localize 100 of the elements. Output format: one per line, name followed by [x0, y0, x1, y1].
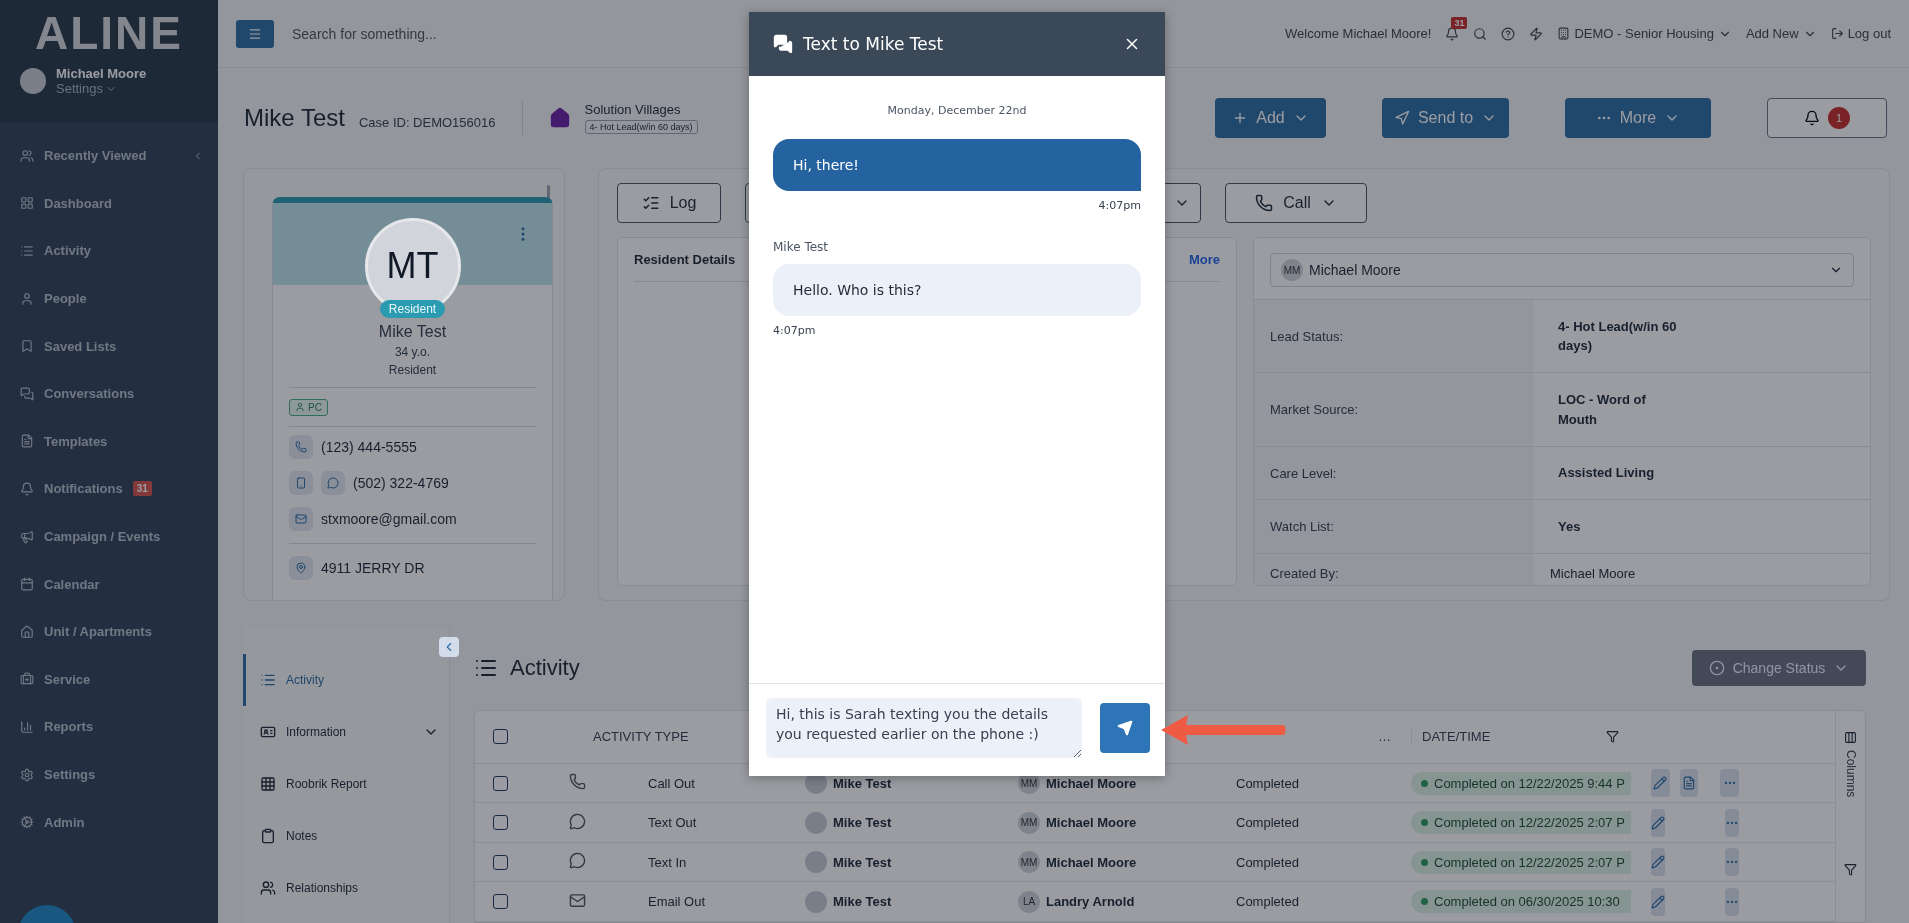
community-dropdown[interactable]: DEMO - Senior Housing: [1557, 26, 1732, 41]
column-header: …: [1378, 729, 1391, 745]
assignee-select[interactable]: MM Michael Moore: [1270, 253, 1854, 287]
more-button[interactable]: [1725, 848, 1739, 877]
field-value: Michael Moore: [1549, 564, 1637, 583]
table-cell: Michael Moore: [1046, 775, 1137, 791]
document-icon: [1682, 776, 1696, 790]
send-button[interactable]: [1100, 703, 1150, 753]
pencil-icon: [1653, 776, 1668, 790]
clipboard-icon: [260, 828, 276, 844]
more-button[interactable]: [1720, 769, 1739, 797]
add-new-dropdown[interactable]: Add New: [1745, 26, 1817, 41]
dialog-title: Text to Mike Test: [803, 34, 944, 54]
sidebar-item[interactable]: Settings: [0, 750, 218, 799]
received-message: Hello. Who is this?: [773, 264, 1141, 316]
status-pill: Completed on 12/22/2025 2:07 P: [1411, 811, 1631, 835]
nav-tab[interactable]: Information: [243, 706, 449, 758]
medical-kit-icon: [20, 672, 34, 687]
logo: ALINE: [35, 10, 183, 56]
menu-button[interactable]: [236, 19, 274, 48]
sidebar-item[interactable]: Calendar: [0, 560, 218, 608]
help-icon[interactable]: [1501, 26, 1516, 41]
house-icon: [548, 107, 571, 129]
columns-label[interactable]: Columns: [1843, 750, 1858, 798]
sidebar-item[interactable]: Saved Lists: [0, 322, 218, 370]
nav-tab[interactable]: Activity: [243, 654, 449, 706]
sidebar-item[interactable]: Recently Viewed: [0, 132, 218, 180]
sidebar-item[interactable]: Conversations: [0, 369, 218, 418]
nav-tab[interactable]: Roobrik Report: [243, 758, 449, 810]
table-cell: Mike Test: [833, 815, 892, 831]
table-cell: Landry Arnold: [1046, 894, 1135, 910]
table-cell-text: Email Out: [647, 894, 707, 910]
columns-icon[interactable]: [1844, 731, 1857, 744]
sidebar-item[interactable]: Activity: [0, 227, 218, 275]
checkbox[interactable]: [492, 854, 508, 870]
checkbox[interactable]: [492, 815, 508, 831]
document-button[interactable]: [1679, 769, 1699, 797]
more-link[interactable]: More: [1188, 252, 1220, 267]
count-badge: 31: [1451, 16, 1468, 29]
checkbox[interactable]: [492, 775, 508, 791]
sidebar-item[interactable]: Unit / Apartments: [0, 607, 218, 656]
change-status-button[interactable]: Change Status: [1692, 650, 1866, 686]
add-button[interactable]: Add: [1215, 98, 1326, 138]
address: 4911 JERRY DR: [321, 560, 425, 576]
sidebar-item[interactable]: People: [0, 274, 218, 323]
phone-icon: [1255, 194, 1274, 212]
sidebar-item[interactable]: Dashboard: [0, 179, 218, 228]
sidebar-item[interactable]: Reports: [0, 703, 218, 751]
envelope-icon: [569, 891, 586, 909]
contact-name: Mike Test: [378, 323, 447, 341]
alerts-button[interactable]: 1: [1767, 98, 1887, 138]
collapse-button[interactable]: [439, 637, 459, 657]
nav-tab[interactable]: Notes: [243, 810, 449, 862]
sidebar-item[interactable]: Notifications 31: [0, 465, 218, 513]
sidebar-item[interactable]: Templates: [0, 417, 218, 466]
table-cell-text: Completed: [1236, 815, 1300, 831]
filter-icon[interactable]: [1606, 730, 1619, 744]
table-cell-text: Text In: [647, 854, 688, 870]
edit-button[interactable]: [1651, 769, 1670, 797]
more-button[interactable]: More: [1565, 98, 1711, 138]
checkbox[interactable]: [492, 729, 508, 745]
megaphone-icon: [20, 529, 34, 544]
log-button[interactable]: Log: [617, 183, 721, 223]
send-to-button[interactable]: Send to: [1382, 98, 1509, 138]
more-button[interactable]: [1725, 887, 1739, 916]
sidebar-item[interactable]: Campaign / Events: [0, 512, 218, 561]
checklist-icon: [641, 194, 660, 212]
settings-link[interactable]: Settings: [56, 81, 147, 96]
table-cell: Mike Test: [833, 894, 892, 910]
lightning-icon[interactable]: [1529, 26, 1544, 41]
bar-chart-icon: [20, 719, 34, 734]
edit-button[interactable]: [1651, 848, 1665, 877]
table-cell: Michael Moore: [1046, 854, 1137, 870]
house-icon: [20, 624, 34, 639]
nav-tab[interactable]: Relationships: [243, 862, 449, 914]
sidebar-item[interactable]: Service: [0, 655, 218, 704]
edit-button[interactable]: [1651, 808, 1665, 837]
tag: PC: [289, 398, 328, 416]
table-cell: Michael Moore: [1046, 815, 1137, 831]
more-button[interactable]: [1725, 808, 1739, 837]
sidebar-item[interactable]: Admin: [0, 798, 218, 846]
avatar: MM: [1018, 811, 1040, 834]
search-field[interactable]: Search for something...: [290, 24, 710, 43]
message-field[interactable]: Hi, this is Sarah texting you the details you requested earlier on the phone :): [766, 698, 1083, 758]
count-badge: 31: [132, 481, 152, 497]
logout-icon: [1830, 27, 1844, 40]
mobile-number: (502) 322-4769: [353, 475, 449, 491]
filter-icon[interactable]: [1844, 863, 1857, 877]
chat-icon: [20, 386, 34, 401]
speech-bubble-icon[interactable]: [321, 471, 345, 495]
call-button[interactable]: Call: [1225, 183, 1367, 223]
edit-button[interactable]: [1651, 887, 1665, 916]
menu-icon: [248, 26, 262, 41]
bell-icon: [20, 481, 34, 496]
logout-link[interactable]: Log out: [1830, 26, 1891, 41]
page-title: Mike Test: [244, 104, 345, 132]
bell-icon[interactable]: [1445, 26, 1460, 41]
checkbox[interactable]: [492, 894, 508, 910]
search-icon[interactable]: [1473, 26, 1488, 41]
avatar: [805, 811, 827, 834]
